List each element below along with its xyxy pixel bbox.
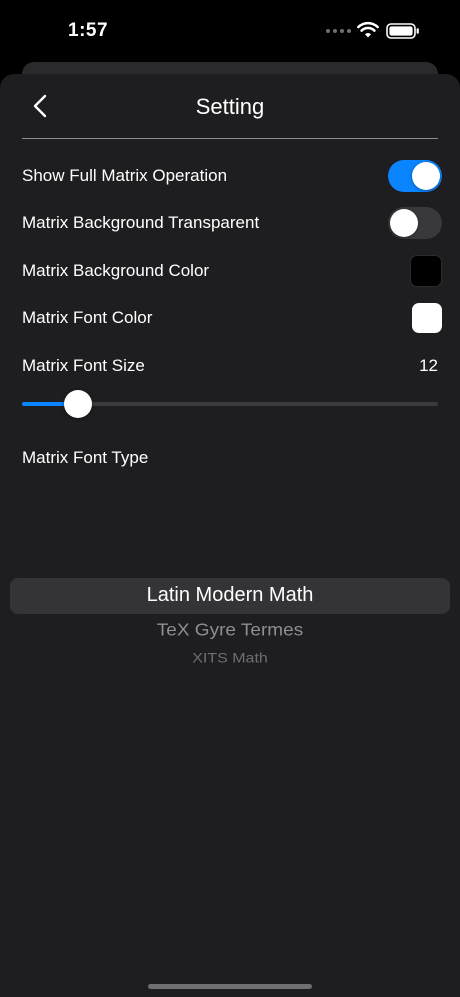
page-title: Setting bbox=[195, 94, 265, 119]
settings-screen: 1:57 Setting Show Full Matrix Operation bbox=[0, 0, 460, 997]
matrix-font-color-swatch[interactable] bbox=[412, 303, 442, 333]
matrix-background-transparent-toggle[interactable] bbox=[388, 207, 442, 239]
row-show-full-matrix-operation: Show Full Matrix Operation bbox=[22, 156, 442, 196]
matrix-font-size-value: 12 bbox=[419, 356, 438, 375]
matrix-font-type-label: Matrix Font Type bbox=[22, 448, 149, 467]
status-time: 1:57 bbox=[68, 20, 109, 41]
slider-thumb[interactable] bbox=[64, 390, 93, 418]
toggle-knob bbox=[390, 209, 418, 237]
status-bar: 1:57 bbox=[0, 0, 460, 62]
row-matrix-background-color: Matrix Background Color bbox=[22, 251, 442, 291]
battery-icon bbox=[386, 23, 419, 39]
show-full-matrix-operation-toggle[interactable] bbox=[388, 160, 442, 192]
wifi-icon bbox=[357, 21, 379, 38]
signal-dots-icon bbox=[326, 29, 351, 33]
picker-option-xits-math[interactable]: XITS Math bbox=[0, 651, 460, 666]
matrix-font-color-label: Matrix Font Color bbox=[22, 308, 153, 327]
nav-divider bbox=[22, 138, 438, 139]
row-matrix-font-color: Matrix Font Color bbox=[22, 298, 442, 338]
settings-sheet: Setting Show Full Matrix Operation Matri… bbox=[0, 74, 460, 997]
matrix-background-color-swatch[interactable] bbox=[410, 255, 442, 287]
row-matrix-font-type: Matrix Font Type bbox=[22, 438, 442, 478]
font-type-picker[interactable]: Latin Modern Math TeX Gyre Termes XITS M… bbox=[0, 574, 460, 684]
picker-option-latin-modern-math[interactable]: Latin Modern Math bbox=[0, 584, 460, 607]
home-indicator bbox=[148, 984, 312, 989]
matrix-font-size-slider[interactable] bbox=[22, 386, 438, 422]
matrix-background-color-label: Matrix Background Color bbox=[22, 261, 210, 280]
matrix-background-transparent-label: Matrix Background Transparent bbox=[22, 213, 260, 232]
matrix-font-size-label: Matrix Font Size bbox=[22, 356, 145, 375]
nav-bar: Setting bbox=[0, 74, 460, 138]
toggle-knob bbox=[412, 162, 440, 190]
row-matrix-background-transparent: Matrix Background Transparent bbox=[22, 203, 442, 243]
row-matrix-font-size: Matrix Font Size 12 bbox=[22, 346, 442, 386]
picker-option-tex-gyre-termes[interactable]: TeX Gyre Termes bbox=[0, 621, 460, 641]
show-full-matrix-operation-label: Show Full Matrix Operation bbox=[22, 166, 228, 185]
